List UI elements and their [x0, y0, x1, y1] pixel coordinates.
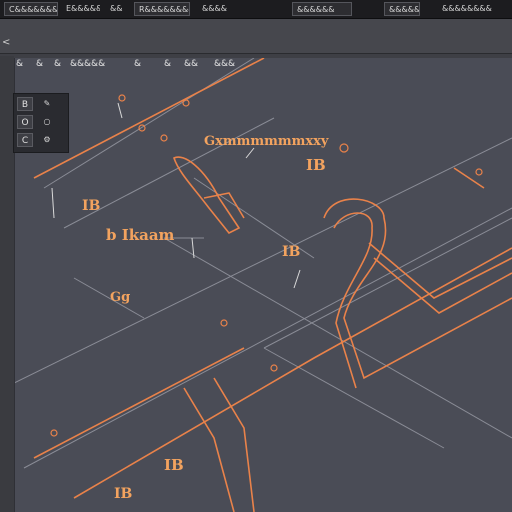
tab-window[interactable]: &&&&&& [292, 2, 352, 16]
chevron-left-icon[interactable]: < [2, 37, 12, 49]
small-label: Gg [110, 290, 131, 305]
circle-icon[interactable]: ○ [42, 117, 52, 127]
toolbar-item[interactable]: &&&&& [70, 56, 105, 72]
toolbar-item[interactable]: && [184, 56, 198, 72]
tool-button-b[interactable]: B [17, 97, 33, 111]
pencil-icon[interactable]: ✎ [42, 99, 52, 109]
dimension-label: IB [306, 156, 326, 174]
cad-drawing[interactable] [14, 58, 512, 512]
dimension-label: IB [282, 244, 301, 260]
toolbar-item[interactable]: & [134, 56, 141, 72]
drawing-viewport[interactable]: Gxmmmmmmxxy IB IB b Ikaam IB Gg IB IB [14, 58, 512, 512]
part-outline [33, 58, 512, 512]
tab-help[interactable]: &&&&&&& [384, 2, 420, 16]
dimension-label: IB [164, 456, 184, 474]
toolbar-item[interactable]: & [54, 56, 61, 72]
tool-panel: B O C ✎ ○ ⚙ [13, 93, 69, 153]
tab-extras[interactable]: &&&&&&&& [438, 2, 508, 16]
dimension-label: IB [82, 198, 101, 214]
small-label: IB [114, 486, 133, 502]
toolbar-item[interactable]: &&& [214, 56, 235, 72]
menu-bar: C&&&&&&& E&&&&& && R&&&&&&&& &&&& &&&&&&… [0, 0, 512, 19]
note-label: b Ikaam [106, 226, 175, 244]
toolbar-item[interactable]: & [16, 56, 23, 72]
tool-button-c[interactable]: C [17, 133, 33, 147]
construction-lines [14, 58, 512, 469]
tab-file[interactable]: C&&&&&&& [4, 2, 58, 16]
tool-button-o[interactable]: O [17, 115, 33, 129]
left-strip [0, 56, 14, 512]
tab-view[interactable]: && [106, 2, 128, 16]
toolbar-item[interactable]: & [164, 56, 171, 72]
toolbar-item[interactable]: & [36, 56, 43, 72]
drawing-title: Gxmmmmmmxxy [204, 134, 329, 149]
toolbar-strip [0, 19, 512, 54]
gear-icon[interactable]: ⚙ [42, 135, 52, 145]
tab-tools[interactable]: &&&& [198, 2, 252, 16]
viewport-toolbar: & & & &&&&& & & && &&& [14, 56, 274, 72]
tab-render[interactable]: R&&&&&&&& [134, 2, 190, 16]
tab-edit[interactable]: E&&&&& [62, 2, 100, 16]
